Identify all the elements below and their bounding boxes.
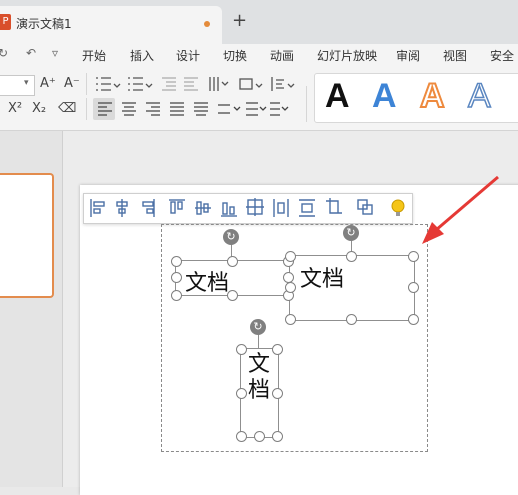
align-right-icon [142,199,155,217]
resize-handle[interactable] [171,272,182,283]
menu-review[interactable]: 审阅 [396,47,420,64]
superscript-icon[interactable]: X² [8,101,22,116]
resize-handle[interactable] [227,256,238,267]
align-bottom-icon [221,202,237,217]
slide-thumbnail[interactable] [0,173,54,298]
text-style-black[interactable]: A [325,76,350,116]
resize-handle[interactable] [346,251,357,262]
text-style-blue[interactable]: A [372,76,397,116]
undo-icon[interactable]: ↶ [26,46,36,60]
rotate-handle-icon[interactable]: ↻ [343,225,359,241]
paragraph-list-icons[interactable] [94,74,304,94]
subscript-icon[interactable]: X₂ [32,101,46,116]
menu-transitions[interactable]: 切换 [223,47,247,64]
distribute-vertical-icon [299,199,315,217]
ribbon-separator [86,98,87,120]
alignment-icons[interactable] [94,99,299,119]
resize-handle[interactable] [236,344,247,355]
unsaved-indicator [204,21,210,27]
text-style-orange-outline[interactable]: A [419,76,446,116]
resize-handle[interactable] [254,431,265,442]
menu-insert[interactable]: 插入 [130,47,154,64]
quick-access-dropdown-icon[interactable]: ▿ [52,46,58,60]
resize-handle[interactable] [285,282,296,293]
resize-handle[interactable] [171,290,182,301]
text-style-blue-outline[interactable]: A [467,76,491,116]
ribbon-separator [306,86,307,122]
resize-handle[interactable] [272,344,283,355]
text-box-1-text: 文档 [185,271,230,296]
text-box-2-text: 文档 [300,267,345,292]
lightbulb-icon [391,199,405,216]
increase-font-icon[interactable]: A⁺ [40,76,56,91]
resize-handle[interactable] [171,256,182,267]
align-top-icon [169,199,185,214]
group-icon [357,199,373,215]
document-title: 演示文稿1 [16,17,72,31]
redo-icon[interactable]: ↻ [0,46,8,60]
resize-handle[interactable] [408,314,419,325]
align-left-icon [90,199,105,217]
presentation-app-icon: P [0,14,11,30]
resize-handle[interactable] [272,431,283,442]
menu-animations[interactable]: 动画 [270,47,294,64]
text-box-3-text: 文档 [248,352,271,403]
menu-bar [0,44,518,68]
clear-format-icon[interactable]: ⌫ [58,101,76,116]
align-grid-icon [246,198,264,216]
menu-security[interactable]: 安全 [490,47,514,64]
resize-handle[interactable] [408,282,419,293]
resize-handle[interactable] [285,251,296,262]
alignment-tools[interactable] [88,197,408,219]
crop-fit-icon [326,198,342,214]
resize-handle[interactable] [272,388,283,399]
new-tab-button[interactable]: + [232,10,247,31]
resize-handle[interactable] [227,290,238,301]
align-center-icon [116,199,128,217]
chevron-down-icon[interactable]: ▾ [24,78,29,88]
resize-handle[interactable] [285,314,296,325]
decrease-font-icon[interactable]: A⁻ [64,76,80,91]
align-middle-icon [195,201,211,215]
menu-home[interactable]: 开始 [82,47,106,64]
menu-slideshow[interactable]: 幻灯片放映 [317,47,377,64]
resize-handle[interactable] [346,314,357,325]
rotate-handle-icon[interactable]: ↻ [250,319,266,335]
annotation-arrow-icon [422,175,499,244]
resize-handle[interactable] [236,388,247,399]
resize-handle[interactable] [236,431,247,442]
menu-design[interactable]: 设计 [176,47,200,64]
ribbon-separator [86,73,87,95]
rotate-handle-icon[interactable]: ↻ [223,229,239,245]
menu-view[interactable]: 视图 [443,47,467,64]
rotate-line [258,333,259,348]
distribute-horizontal-icon [273,199,289,217]
font-size-combobox[interactable] [0,75,35,96]
